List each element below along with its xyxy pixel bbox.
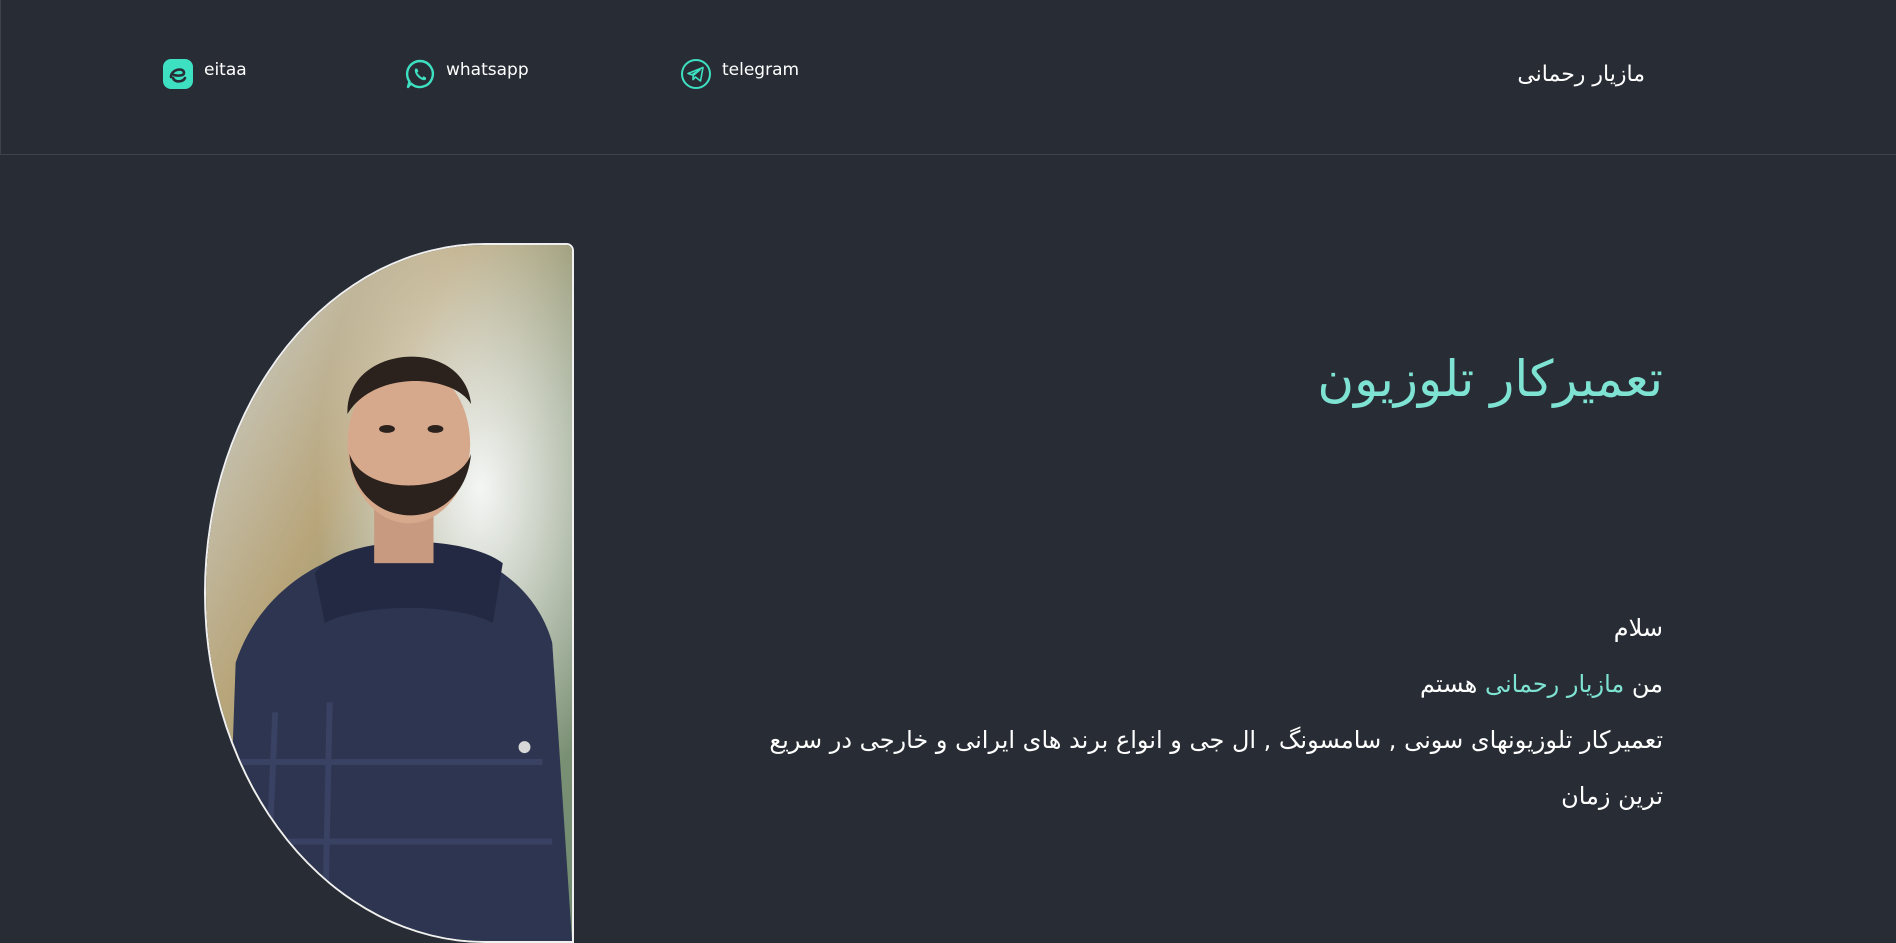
eitaa-link[interactable]: eitaa [162, 58, 247, 90]
eitaa-icon [163, 59, 193, 89]
profile-photo-image [206, 245, 572, 941]
telegram-icon [681, 59, 711, 89]
intro-line: من مازیار رحمانی هستم [743, 656, 1663, 712]
profile-photo [204, 243, 574, 943]
intro-name: مازیار رحمانی [1484, 670, 1625, 698]
whatsapp-link[interactable]: whatsapp [404, 58, 529, 90]
page-title: تعمیرکار تلوزیون [1317, 350, 1663, 408]
telegram-link[interactable]: telegram [680, 58, 799, 90]
site-name[interactable]: مازیار رحمانی [1517, 62, 1645, 87]
whatsapp-icon [405, 59, 435, 89]
intro-prefix: من [1631, 670, 1663, 698]
whatsapp-label: whatsapp [446, 60, 529, 80]
intro-text: سلام من مازیار رحمانی هستم تعمیرکار تلوز… [743, 600, 1663, 824]
site-header: eitaa whatsapp telegram مازیار رحمانی [0, 0, 1896, 155]
telegram-label: telegram [722, 60, 800, 80]
intro-suffix: هستم [1420, 670, 1478, 698]
eitaa-label: eitaa [204, 60, 247, 80]
description-text: تعمیرکار تلوزیونهای سونی , سامسونگ , ال … [769, 726, 1663, 810]
greeting-text: سلام [1613, 614, 1663, 642]
